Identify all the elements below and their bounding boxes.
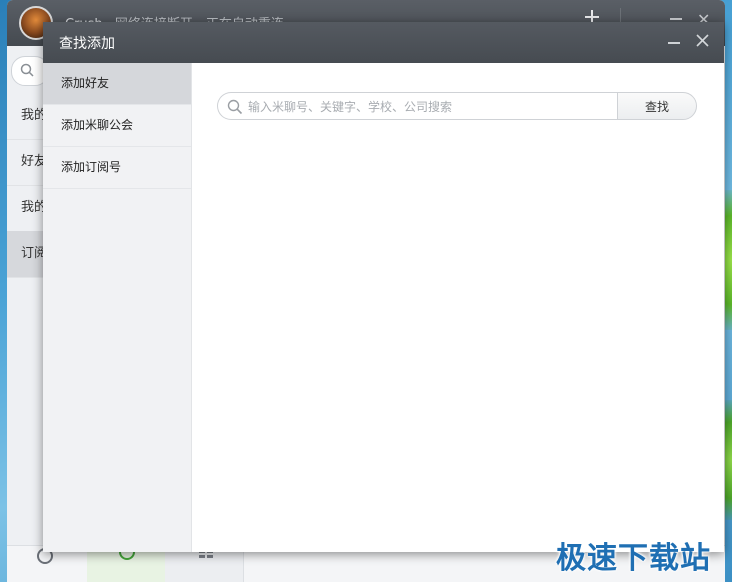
dialog-sidebar: 添加好友 添加米聊公会 添加订阅号 xyxy=(43,63,192,552)
watermark-logo: 极速下载站 xyxy=(556,541,711,576)
search-input[interactable] xyxy=(246,93,610,121)
search-field[interactable] xyxy=(217,92,617,121)
search-icon xyxy=(20,63,34,77)
sidebar-item-add-friend[interactable]: 添加好友 xyxy=(43,63,191,105)
sidebar-item-add-guild[interactable]: 添加米聊公会 xyxy=(43,105,191,147)
minimize-icon[interactable] xyxy=(668,42,680,44)
close-icon[interactable] xyxy=(693,31,713,51)
search-button[interactable]: 查找 xyxy=(617,92,697,120)
find-add-dialog: 查找添加 添加好友 添加米聊公会 添加订阅号 查找 xyxy=(43,22,724,552)
search-icon xyxy=(227,99,243,115)
dialog-title: 查找添加 xyxy=(59,36,115,52)
dialog-content: 查找 xyxy=(192,63,724,552)
main-minimize-icon[interactable] xyxy=(670,18,682,20)
sidebar-item-add-subscription[interactable]: 添加订阅号 xyxy=(43,147,191,189)
dialog-titlebar[interactable]: 查找添加 xyxy=(43,22,724,63)
